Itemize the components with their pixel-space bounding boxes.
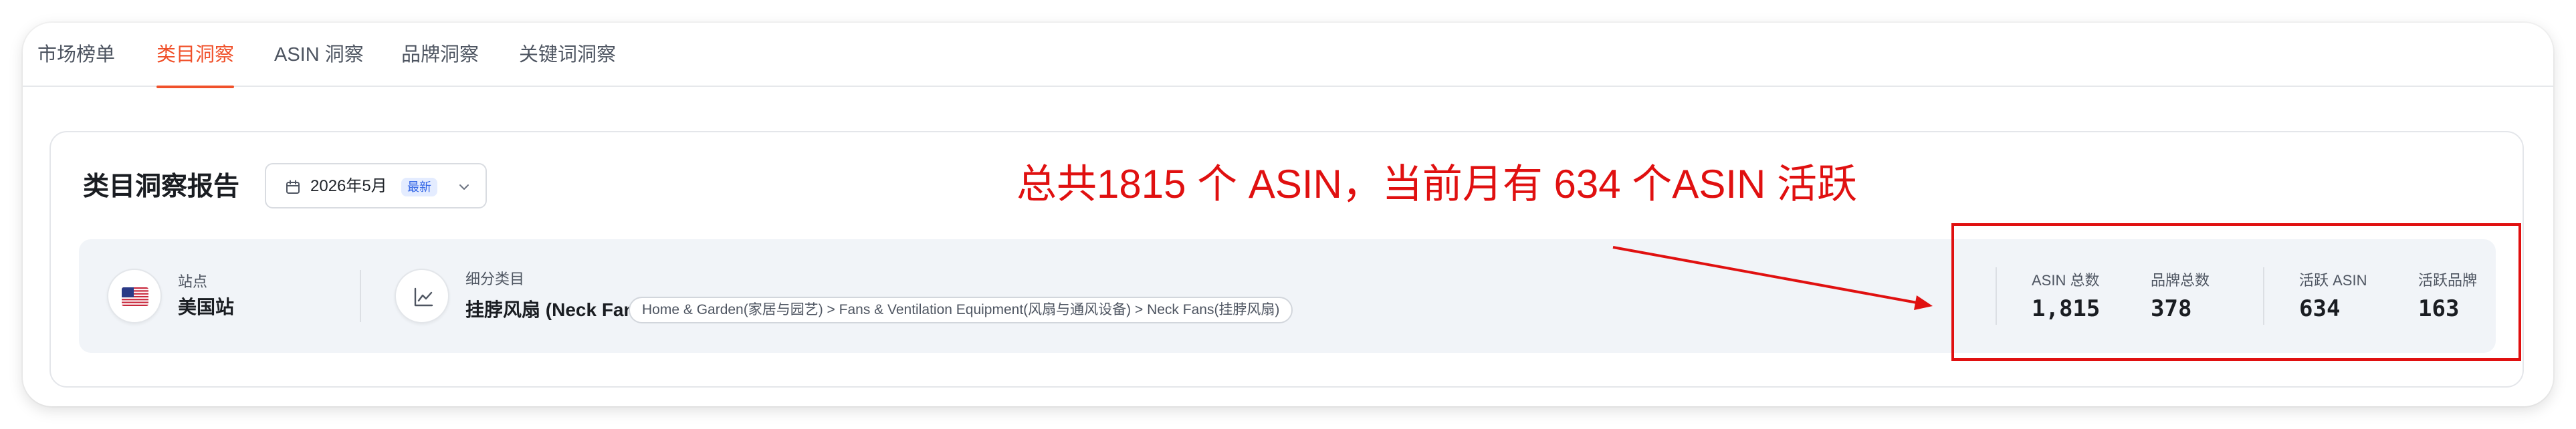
annotation-arrow-icon: [1612, 246, 1933, 310]
